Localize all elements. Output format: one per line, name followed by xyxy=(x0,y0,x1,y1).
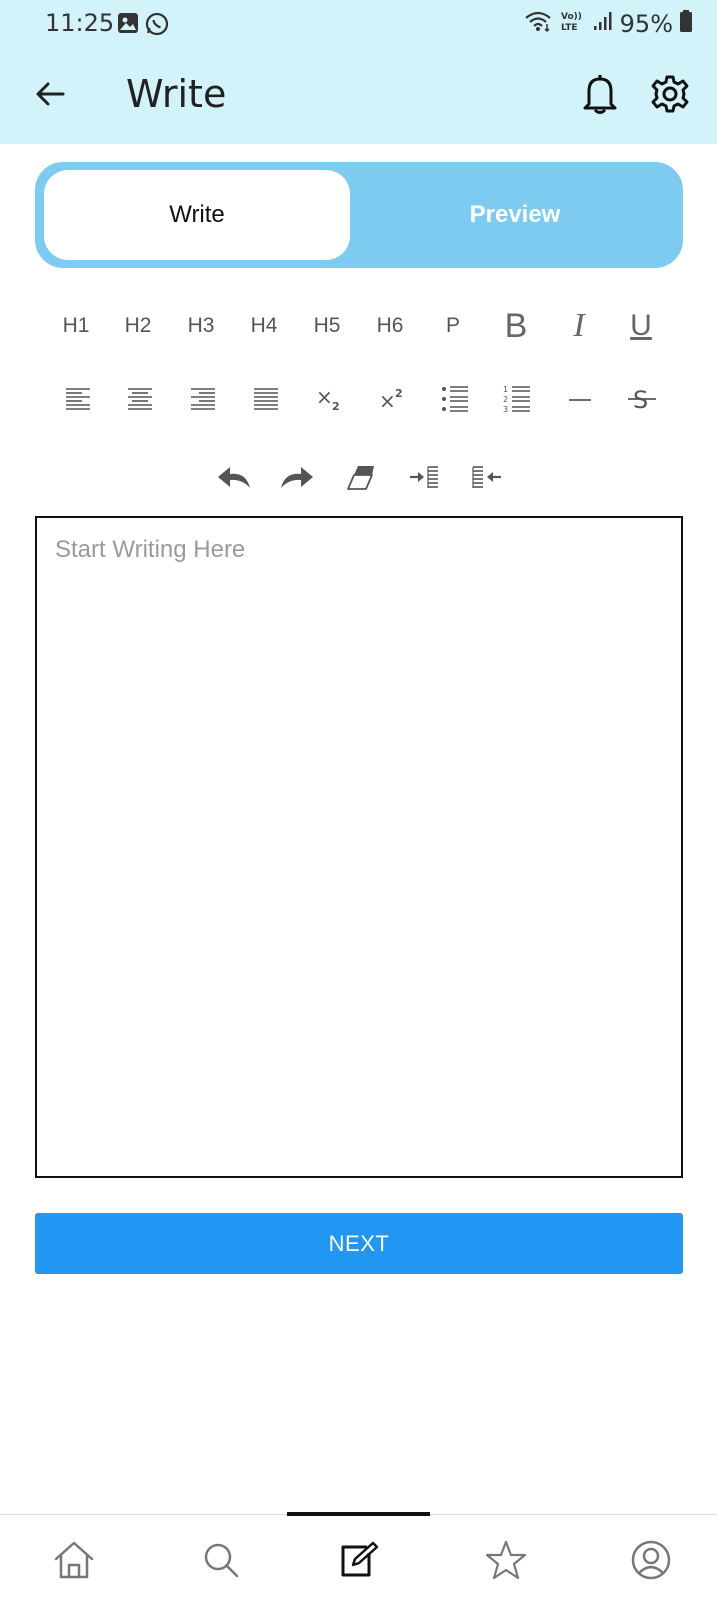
next-button[interactable]: NEXT xyxy=(35,1213,683,1274)
volte-icon: Vo)) LTE xyxy=(560,9,586,39)
editor-area xyxy=(35,516,683,1178)
nav-write[interactable] xyxy=(334,1538,382,1586)
subscript-button[interactable]: × 2 xyxy=(307,376,351,426)
underline-button[interactable]: U xyxy=(620,301,662,351)
svg-text:S: S xyxy=(633,386,648,414)
toolbar-row-formatting: × 2 × 2 123 S xyxy=(0,376,717,426)
outdent-icon xyxy=(471,464,503,496)
outdent-button[interactable] xyxy=(464,455,510,505)
align-right-icon xyxy=(189,386,217,416)
heading-5-button[interactable]: H5 xyxy=(307,301,347,351)
svg-text:2: 2 xyxy=(332,400,340,412)
svg-text:Vo)): Vo)) xyxy=(561,12,582,22)
superscript-icon: × 2 xyxy=(377,386,407,416)
undo-button[interactable] xyxy=(211,455,257,505)
status-right: Vo)) LTE 95% xyxy=(524,9,693,39)
nav-favorites[interactable] xyxy=(482,1538,530,1586)
align-left-button[interactable] xyxy=(56,376,100,426)
heading-6-button[interactable]: H6 xyxy=(370,301,410,351)
nav-search[interactable] xyxy=(197,1538,245,1586)
home-icon xyxy=(53,1539,95,1585)
eraser-icon xyxy=(346,463,376,497)
whatsapp-icon xyxy=(145,12,169,40)
strikethrough-button[interactable]: S xyxy=(620,376,664,426)
svg-text:LTE: LTE xyxy=(561,23,578,33)
bold-button[interactable]: B xyxy=(495,301,537,351)
tab-write[interactable]: Write xyxy=(44,170,350,260)
gear-icon xyxy=(650,74,690,118)
svg-text:2: 2 xyxy=(503,395,508,404)
heading-3-button[interactable]: H3 xyxy=(181,301,221,351)
settings-button[interactable] xyxy=(648,72,692,120)
arrow-left-icon xyxy=(35,81,65,111)
bullet-list-button[interactable] xyxy=(433,376,477,426)
bottom-nav xyxy=(0,1516,717,1600)
align-left-icon xyxy=(64,386,92,416)
horizontal-rule-icon xyxy=(567,386,593,416)
battery-percent: 95% xyxy=(619,10,673,38)
nav-profile[interactable] xyxy=(627,1538,675,1586)
app-bar: Write xyxy=(0,48,717,144)
profile-icon xyxy=(630,1539,672,1585)
wifi-icon xyxy=(524,9,554,39)
signal-icon xyxy=(592,10,614,38)
numbered-list-icon: 123 xyxy=(502,384,532,418)
svg-text:1: 1 xyxy=(503,385,508,394)
status-bar: 11:25 Vo)) LTE 95% xyxy=(0,0,717,48)
svg-text:×: × xyxy=(379,389,396,412)
indent-icon xyxy=(408,464,440,496)
write-preview-toggle: Write Preview xyxy=(35,162,683,268)
align-center-button[interactable] xyxy=(118,376,162,426)
redo-button[interactable] xyxy=(274,455,320,505)
page-title: Write xyxy=(126,72,227,116)
superscript-button[interactable]: × 2 xyxy=(370,376,414,426)
align-center-icon xyxy=(126,386,154,416)
align-justify-button[interactable] xyxy=(244,376,288,426)
battery-icon xyxy=(679,9,693,39)
toolbar-row-actions xyxy=(0,455,717,505)
status-time: 11:25 xyxy=(45,9,115,37)
paragraph-button[interactable]: P xyxy=(433,301,473,351)
subscript-icon: × 2 xyxy=(314,385,344,416)
bell-icon xyxy=(581,73,619,119)
italic-button[interactable]: I xyxy=(558,301,600,351)
numbered-list-button[interactable]: 123 xyxy=(495,376,539,426)
status-left-icons xyxy=(117,12,169,40)
bullet-list-icon xyxy=(440,384,470,418)
redo-icon xyxy=(279,464,315,496)
nav-home[interactable] xyxy=(50,1538,98,1586)
editor-input[interactable] xyxy=(37,518,681,1176)
horizontal-rule-button[interactable] xyxy=(558,376,602,426)
svg-text:×: × xyxy=(316,386,333,409)
tab-preview[interactable]: Preview xyxy=(355,170,675,260)
toolbar-row-headings: H1 H2 H3 H4 H5 H6 P B I U xyxy=(0,301,717,351)
heading-2-button[interactable]: H2 xyxy=(118,301,158,351)
notifications-button[interactable] xyxy=(578,72,622,120)
indent-button[interactable] xyxy=(401,455,447,505)
gallery-icon xyxy=(117,12,139,40)
back-button[interactable] xyxy=(30,76,70,116)
header: 11:25 Vo)) LTE 95% Write xyxy=(0,0,717,144)
undo-icon xyxy=(216,464,252,496)
svg-text:3: 3 xyxy=(503,405,508,414)
strikethrough-icon: S xyxy=(627,384,657,418)
search-icon xyxy=(201,1540,241,1584)
heading-4-button[interactable]: H4 xyxy=(244,301,284,351)
svg-text:2: 2 xyxy=(395,387,403,400)
write-icon xyxy=(337,1539,379,1585)
heading-1-button[interactable]: H1 xyxy=(56,301,96,351)
star-icon xyxy=(485,1539,527,1585)
clear-formatting-button[interactable] xyxy=(338,455,384,505)
align-justify-icon xyxy=(252,386,280,416)
align-right-button[interactable] xyxy=(181,376,225,426)
